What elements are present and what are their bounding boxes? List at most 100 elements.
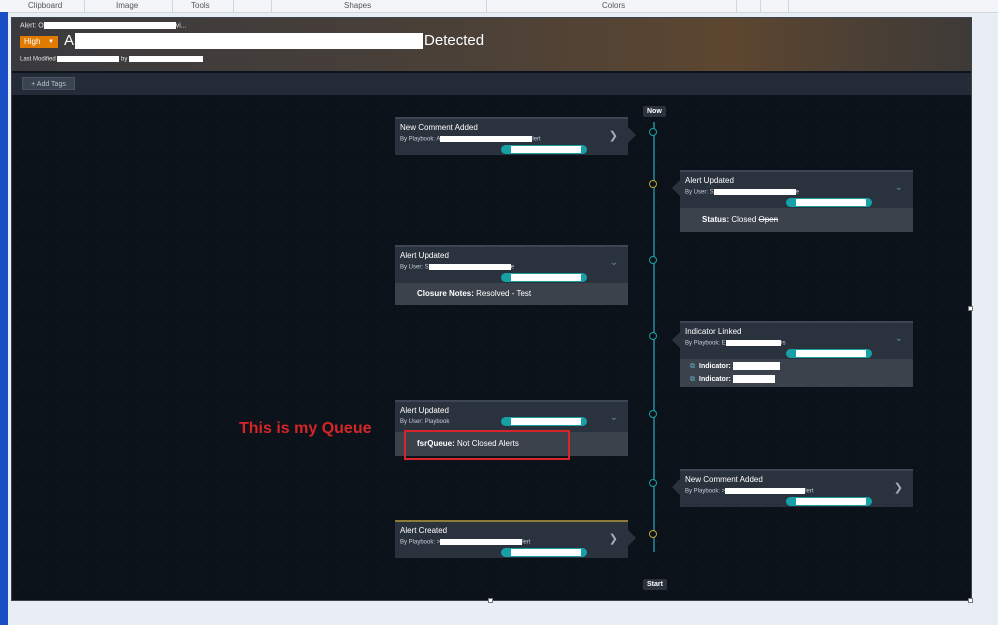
tags-bar: + Add Tags (12, 73, 971, 95)
event-by-tail: e (795, 189, 800, 196)
timeline-node[interactable] (649, 128, 657, 136)
timeline-event-card[interactable]: Alert Updated By User: S e ⌄ Status: Clos… (680, 170, 913, 232)
ribbon-tools[interactable]: Tools (191, 0, 210, 11)
event-by: By Playbook: > lert (685, 488, 814, 495)
indicator-label: Indicator: (699, 375, 731, 383)
event-by-tail: e (510, 264, 515, 271)
redacted-block (75, 33, 424, 50)
annotation-highlight-box (404, 430, 570, 460)
timeline-node[interactable] (649, 410, 657, 418)
ribbon-shapes[interactable]: Shapes (344, 0, 371, 11)
event-title: Alert Updated (400, 406, 449, 415)
chevron-down-icon[interactable]: ⌄ (895, 182, 903, 193)
redacted-block (440, 539, 523, 545)
alert-id-line: Alert: O vi... (20, 22, 187, 29)
timeline-node[interactable] (649, 332, 657, 340)
indicator-label: Indicator: (699, 362, 731, 370)
event-by-tail: rs (780, 340, 786, 347)
title-end: Detected (424, 32, 485, 49)
timeline-event-card[interactable]: Alert Created By Playbook: > lert ❯ (395, 520, 628, 558)
now-marker: Now (643, 106, 666, 117)
resize-handle[interactable] (488, 598, 493, 603)
resize-handle[interactable] (968, 306, 973, 311)
severity-label: High (24, 37, 41, 46)
ribbon-colors[interactable]: Colors (602, 0, 625, 11)
timeline-node[interactable] (649, 256, 657, 264)
redacted-block (129, 56, 204, 62)
redacted-block (57, 56, 120, 62)
timestamp-pill (501, 145, 587, 154)
event-by-label: By Playbook: > (685, 488, 726, 495)
chevron-down-icon[interactable]: ⌄ (895, 333, 903, 344)
timeline-event-card[interactable]: Indicator Linked By Playbook: E rs ⌄ ⧉ Ind… (680, 321, 913, 387)
timestamp-pill (786, 198, 872, 207)
timestamp-pill (786, 349, 872, 358)
event-by-tail: lert (522, 539, 531, 546)
annotation-text: This is my Queue (239, 420, 372, 437)
timeline-node[interactable] (649, 180, 657, 188)
event-detail: Status: Closed Open (680, 208, 913, 232)
start-marker: Start (643, 579, 667, 590)
last-modified-label: Last Modified (20, 56, 56, 63)
chevron-down-icon[interactable]: ⌄ (610, 412, 618, 423)
timeline-node[interactable] (649, 479, 657, 487)
indicator-row[interactable]: ⧉ Indicator: (690, 375, 775, 384)
severity-dropdown[interactable]: High ▼ (20, 36, 58, 48)
add-tags-button[interactable]: + Add Tags (22, 77, 75, 90)
event-by-label: By Playbook: > (400, 539, 441, 546)
chevron-right-icon[interactable]: ❯ (894, 481, 903, 494)
resize-handle[interactable] (968, 598, 973, 603)
detail-value: Resolved - Test (476, 289, 532, 298)
redacted-block (440, 136, 533, 142)
event-by: By User: Playbook (400, 419, 450, 425)
last-modified: Last Modified by (20, 56, 204, 63)
timestamp-pill (501, 417, 587, 426)
ribbon-image[interactable]: Image (116, 0, 138, 11)
alert-title: A Detected (64, 32, 485, 50)
closure-notes-row: Closure Notes: Resolved - Test (417, 289, 531, 298)
alert-suffix: vi... (175, 22, 187, 30)
event-title: Alert Updated (685, 176, 734, 185)
event-title: Alert Created (400, 526, 448, 535)
event-by: By Playbook: A lert (400, 136, 541, 143)
event-by: By User: S e (685, 189, 799, 196)
redacted-block (43, 22, 176, 29)
event-by: By Playbook: E rs (685, 340, 786, 347)
detail-old-value: Open (758, 215, 779, 224)
detail-label: Closure Notes: (417, 289, 474, 298)
event-by: By Playbook: > lert (400, 539, 531, 546)
chevron-down-icon[interactable]: ⌄ (610, 257, 618, 268)
caret-down-icon: ▼ (48, 39, 54, 45)
card-pointer (628, 127, 636, 143)
ribbon-clipboard[interactable]: Clipboard (28, 0, 62, 11)
chevron-right-icon[interactable]: ❯ (609, 532, 618, 545)
indicator-row[interactable]: ⧉ Indicator: (690, 362, 780, 371)
detail-label: Status: (702, 215, 730, 224)
timeline-node[interactable] (649, 530, 657, 538)
timeline-event-card[interactable]: Alert Updated By User: S e ⌄ Closure Note… (395, 245, 628, 305)
chevron-right-icon[interactable]: ❯ (609, 129, 618, 142)
timeline-area: Now Start New Comment Added By Playbook:… (12, 96, 971, 600)
alert-header: Alert: O vi... High ▼ A Detected Last Modi… (12, 18, 971, 71)
event-detail: Closure Notes: Resolved - Test (395, 283, 628, 305)
timestamp-pill (786, 497, 872, 506)
external-link-icon[interactable]: ⧉ (690, 363, 695, 370)
alert-detail-canvas: Alert: O vi... High ▼ A Detected Last Modi… (11, 17, 972, 601)
status-row: Status: Closed Open (702, 215, 778, 224)
timeline-event-card[interactable]: New Comment Added By Playbook: A lert ❯ (395, 117, 628, 155)
event-by-tail: lert (805, 488, 814, 495)
card-pointer (628, 530, 636, 546)
detail-value: Closed (731, 215, 757, 224)
timeline-event-card[interactable]: New Comment Added By Playbook: > lert ❯ (680, 469, 913, 507)
card-pointer (672, 180, 680, 196)
event-by-label: By Playbook: E (685, 340, 726, 347)
title-start: A (64, 32, 75, 49)
redacted-block (428, 264, 511, 270)
event-title: Alert Updated (400, 251, 449, 260)
external-link-icon[interactable]: ⧉ (690, 376, 695, 383)
by-label: by (121, 56, 128, 63)
event-detail: ⧉ Indicator: ⧉ Indicator: (680, 359, 913, 387)
timestamp-pill (501, 548, 587, 557)
redacted-block (725, 488, 806, 494)
redacted-block (732, 362, 780, 370)
